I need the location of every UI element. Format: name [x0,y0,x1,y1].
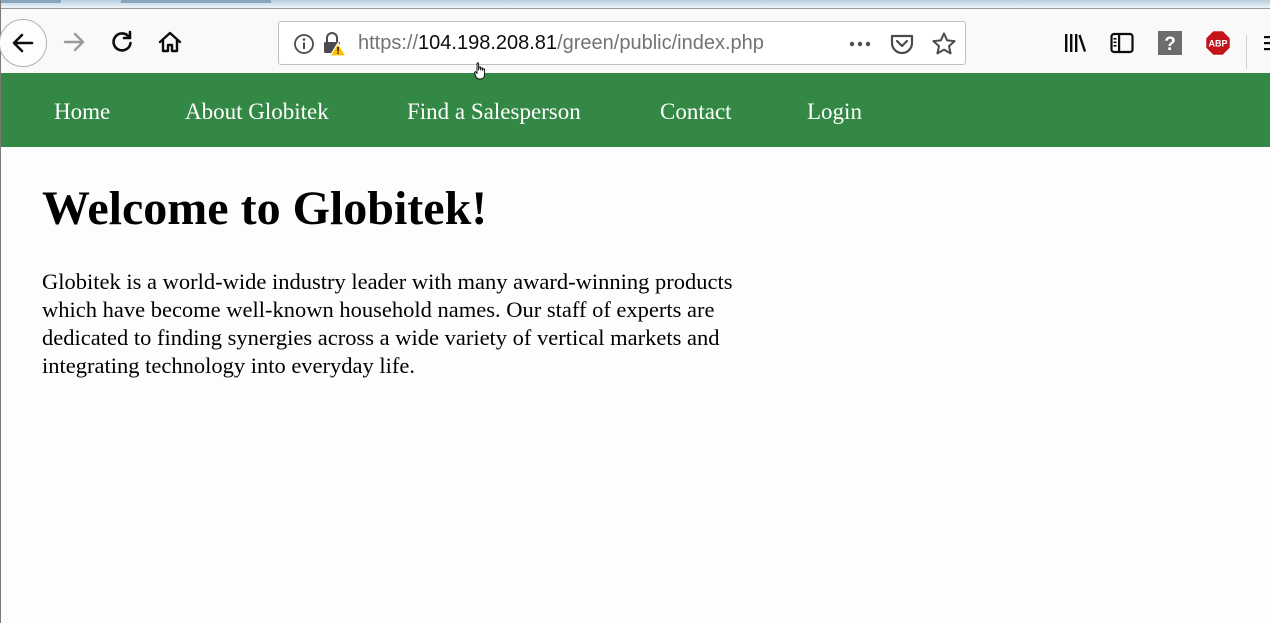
adblock-label: ABP [1208,39,1227,49]
hand-cursor-icon [474,62,486,80]
url-host: 104.198.208.81 [418,32,558,54]
url-scheme: https:// [358,32,419,54]
tab-strip [1,0,1270,8]
info-icon[interactable] [291,31,317,57]
help-icon: ? [1158,31,1182,55]
library-button[interactable] [1061,29,1089,57]
more-dots-icon [849,41,871,47]
page-actions-button[interactable] [847,31,873,57]
intro-paragraph: Globitek is a world-wide industry leader… [42,269,733,378]
page-title: Welcome to Globitek! [42,182,488,235]
browser-toolbar: https://104.198.208.81/green/public/inde… [0,8,1270,73]
reload-button[interactable] [105,25,139,59]
pocket-icon [890,34,914,55]
adblock-icon: ABP [1204,29,1232,57]
nav-link-contact[interactable]: Contact [660,99,732,125]
overflow-menu-button[interactable] [1258,29,1270,57]
library-icon [1065,34,1087,52]
sidebar-icon [1110,32,1134,54]
nav-link-home[interactable]: Home [54,99,110,125]
sidebar-button[interactable] [1108,29,1136,57]
menu-icon [1264,36,1270,51]
home-icon [158,31,182,53]
url-bar[interactable]: https://104.198.208.81/green/public/inde… [278,21,966,65]
forward-button[interactable] [57,25,91,59]
adblock-button[interactable]: ABP [1204,29,1232,57]
site-navigation: Home About Globitek Find a Salesperson C… [1,73,1270,147]
bookmark-button[interactable] [931,31,957,57]
forward-arrow-icon [63,32,85,52]
insecure-lock-icon[interactable] [321,31,347,57]
browser-window: https://104.198.208.81/green/public/inde… [0,0,1270,623]
url-text[interactable]: https://104.198.208.81/green/public/inde… [358,32,764,55]
back-arrow-icon [12,33,34,53]
reload-icon [112,30,132,52]
back-button[interactable] [0,19,47,67]
main-content: Welcome to Globitek! Globitek is a world… [42,181,802,380]
home-button[interactable] [153,25,187,59]
url-path: /green/public/index.php [557,32,764,54]
pocket-button[interactable] [889,31,915,57]
svg-text:?: ? [1164,34,1176,55]
toolbar-separator [1246,35,1247,69]
help-button[interactable]: ? [1156,29,1184,57]
nav-link-about[interactable]: About Globitek [185,99,329,125]
star-icon [932,32,956,55]
nav-link-find-salesperson[interactable]: Find a Salesperson [407,99,581,125]
nav-link-login[interactable]: Login [807,99,862,125]
